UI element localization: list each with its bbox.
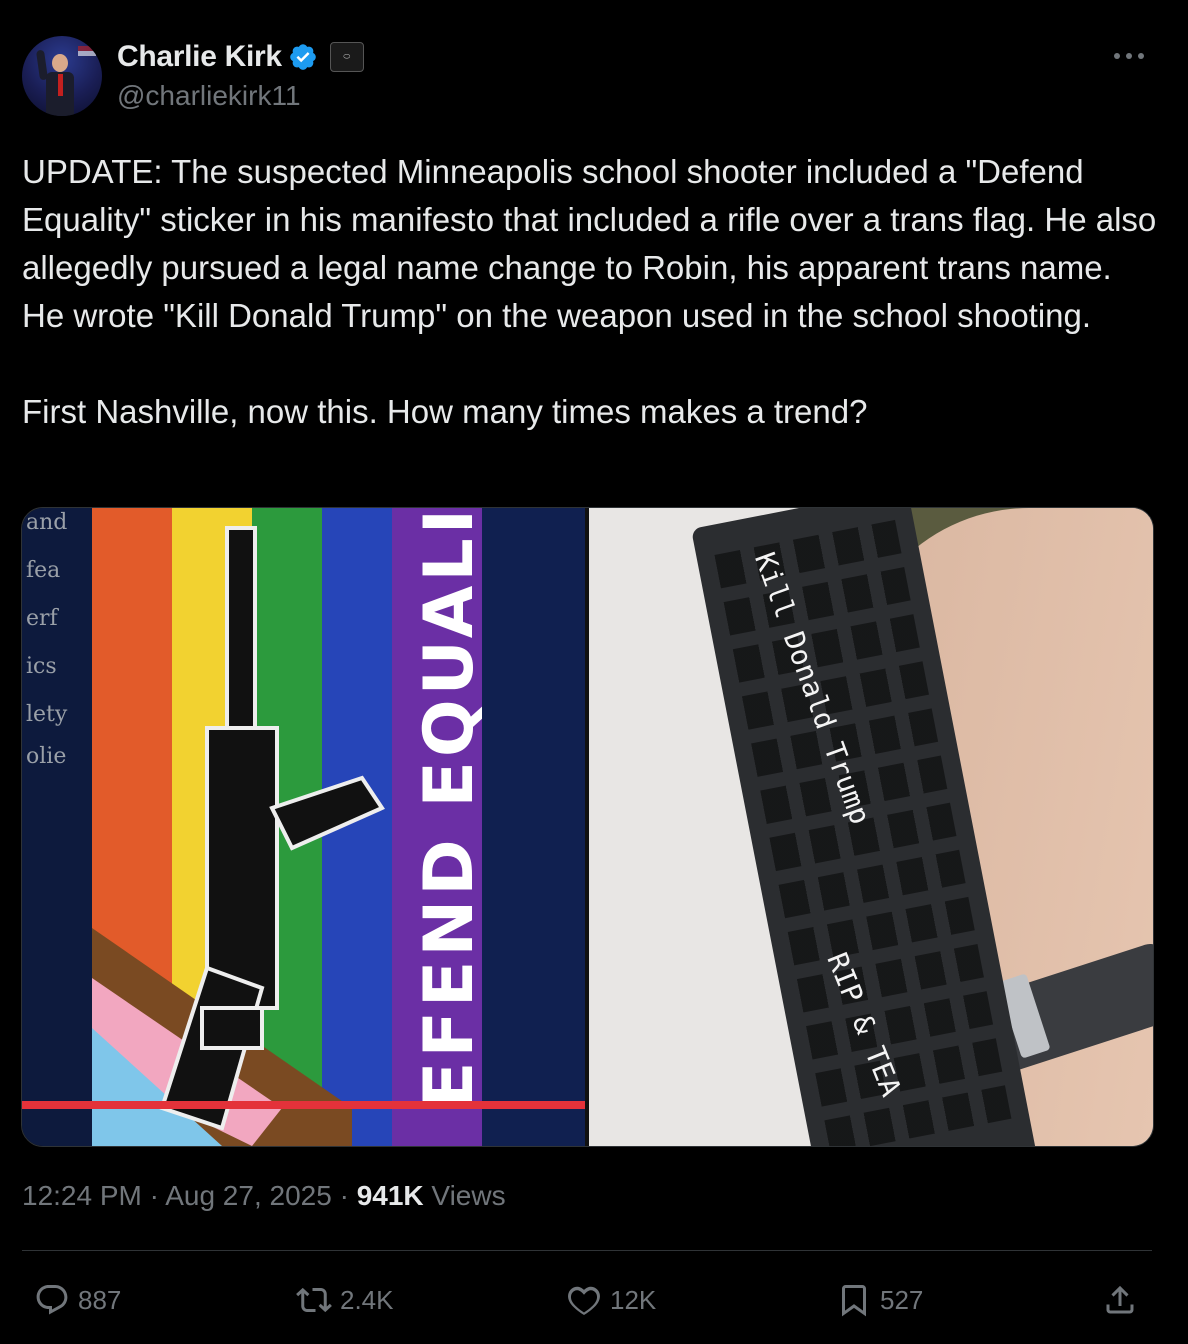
verified-badge-icon[interactable] — [288, 42, 318, 72]
tweet-meta: 12:24 PM · Aug 27, 2025 · 941K Views — [22, 1180, 506, 1212]
tweet-text: UPDATE: The suspected Minneapolis school… — [22, 153, 1157, 430]
more-options-icon[interactable] — [1114, 44, 1154, 68]
reply-icon — [36, 1285, 68, 1315]
share-icon — [1106, 1285, 1134, 1314]
sticker-image[interactable]: and fea erf ics lety olie EFEND EQUALIT — [22, 508, 585, 1146]
side-text: ics — [26, 654, 57, 679]
name-row: Charlie Kirk ⬭ — [117, 38, 364, 76]
display-name[interactable]: Charlie Kirk — [117, 40, 282, 74]
avatar[interactable] — [22, 36, 102, 116]
tweet-date[interactable]: Aug 27, 2025 — [165, 1180, 332, 1211]
repost-icon — [296, 1287, 332, 1313]
tweet-time[interactable]: 12:24 PM — [22, 1180, 142, 1211]
repost-count: 2.4K — [340, 1284, 394, 1315]
share-button[interactable] — [1102, 1278, 1138, 1322]
meta-separator: · — [149, 1180, 159, 1211]
side-text: erf — [26, 606, 58, 631]
red-line — [22, 1101, 585, 1109]
sticker-text: EFEND EQUALIT — [410, 508, 489, 1108]
weapon-image[interactable]: Kill Donald Trump RIP & TEA — [589, 508, 1153, 1146]
views-label: Views — [431, 1180, 506, 1211]
handle[interactable]: @charliekirk11 — [117, 80, 301, 112]
heart-icon — [568, 1286, 600, 1316]
affiliate-badge-icon[interactable]: ⬭ — [329, 42, 364, 72]
side-text: and — [26, 510, 68, 535]
avatar-tie — [58, 74, 63, 96]
avatar-backdrop — [78, 46, 96, 56]
tweet: Charlie Kirk ⬭ @charliekirk11 UPDATE: Th… — [0, 0, 1188, 1344]
side-text: fea — [26, 558, 61, 583]
bookmark-icon — [842, 1285, 866, 1317]
meta-separator: · — [339, 1180, 349, 1211]
side-text: olie — [26, 744, 67, 769]
avatar-head — [52, 54, 68, 72]
views-count: 941K — [356, 1180, 424, 1211]
like-button[interactable]: 12K — [566, 1278, 656, 1322]
divider — [22, 1250, 1152, 1251]
rifle-silhouette-icon — [159, 526, 385, 1131]
media-grid[interactable]: and fea erf ics lety olie EFEND EQUALIT — [21, 507, 1154, 1147]
repost-button[interactable]: 2.4K — [296, 1278, 394, 1322]
reply-count: 887 — [78, 1284, 122, 1315]
reply-button[interactable]: 887 — [34, 1278, 121, 1322]
side-text: lety — [26, 702, 68, 727]
like-count: 12K — [610, 1284, 657, 1315]
bookmark-count: 527 — [880, 1284, 924, 1315]
bookmark-button[interactable]: 527 — [836, 1278, 923, 1322]
